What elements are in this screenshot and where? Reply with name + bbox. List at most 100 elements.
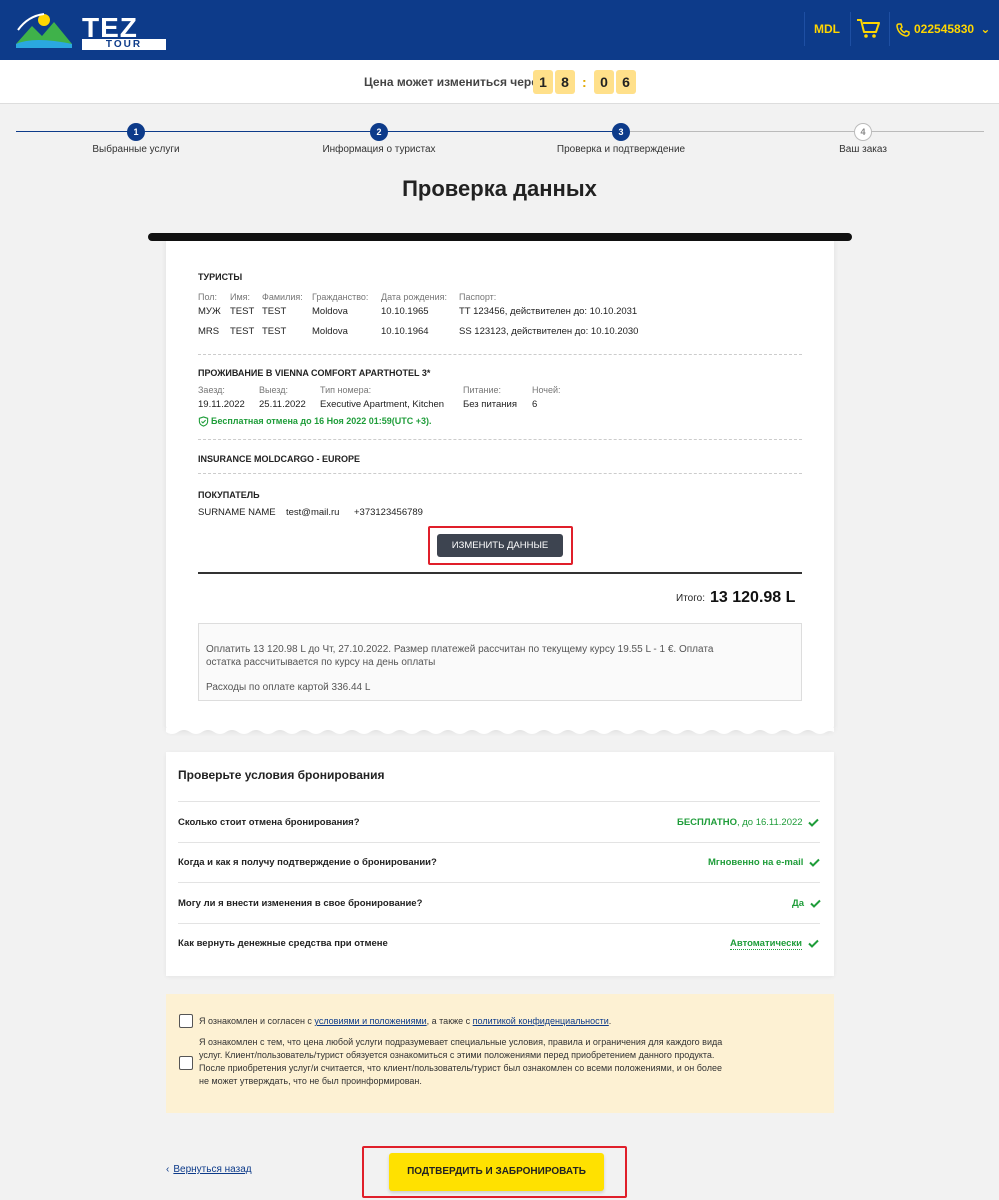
col-meal: Питание: bbox=[463, 385, 502, 395]
answer-main: Мгновенно на e-mail bbox=[708, 857, 804, 868]
timer-digit: 1 bbox=[533, 70, 553, 94]
row-divider bbox=[178, 842, 820, 843]
step-4-circle: 4 bbox=[854, 123, 872, 141]
accommodation-heading: ПРОЖИВАНИЕ В VIENNA COMFORT APARTHOTEL 3… bbox=[198, 368, 431, 378]
privacy-policy-link[interactable]: политикой конфиденциальности bbox=[473, 1016, 609, 1026]
buyer-name: SURNAME NAME bbox=[198, 507, 276, 518]
buyer-heading: ПОКУПАТЕЛЬ bbox=[198, 490, 260, 500]
tourist-gender: MRS bbox=[198, 326, 220, 337]
logo-mountain-icon bbox=[16, 13, 72, 48]
answer-main: БЕСПЛАТНО bbox=[677, 817, 737, 828]
col-passport: Паспорт: bbox=[459, 292, 497, 302]
step-1-circle: 1 bbox=[127, 123, 145, 141]
col-nights: Ночей: bbox=[532, 385, 561, 395]
condition-question: Когда и как я получу подтверждение о бро… bbox=[178, 857, 437, 868]
col-surname: Фамилия: bbox=[262, 292, 303, 302]
timer-digit: 0 bbox=[594, 70, 614, 94]
stepper-line-done bbox=[16, 131, 614, 132]
stepper-line-todo bbox=[614, 131, 984, 132]
timer-separator: : bbox=[582, 74, 587, 90]
answer-main[interactable]: Автоматически bbox=[730, 938, 803, 950]
col-birthdate: Дата рождения: bbox=[381, 292, 447, 302]
price-timer-bar: Цена может измениться через 1 8 : 0 6 bbox=[0, 60, 999, 104]
phone-icon bbox=[896, 23, 910, 37]
tourist-surname: TEST bbox=[262, 306, 287, 317]
free-cancellation-text: Бесплатная отмена до 16 Ноя 2022 01:59(U… bbox=[211, 416, 432, 426]
payment-line: Оплатить 13 120.98 L до Чт, 27.10.2022. … bbox=[206, 644, 714, 655]
total-divider bbox=[198, 572, 802, 574]
step-3-circle: 3 bbox=[612, 123, 630, 141]
card-fee-line: Расходы по оплате картой 336.44 L bbox=[206, 682, 371, 693]
conditions-acknowledge-checkbox[interactable] bbox=[179, 1056, 193, 1070]
tourists-heading: ТУРИСТЫ bbox=[198, 272, 243, 282]
acknowledge-line: Я ознакомлен с тем, что цена любой услуг… bbox=[199, 1037, 723, 1047]
back-link-label: Вернуться назад bbox=[173, 1164, 252, 1175]
tourist-citizenship: Moldova bbox=[312, 306, 348, 317]
chevron-left-icon: ‹ bbox=[166, 1164, 170, 1175]
terms-text-pre: Я ознакомлен и согласен с bbox=[199, 1016, 315, 1026]
buyer-phone: +373123456789 bbox=[354, 507, 423, 518]
col-checkout: Выезд: bbox=[259, 385, 288, 395]
shield-check-icon bbox=[198, 416, 209, 427]
checkmark-icon bbox=[809, 899, 821, 908]
timer-label: Цена может измениться через bbox=[364, 75, 544, 89]
step-4-label: Ваш заказ bbox=[839, 144, 887, 155]
tourist-birthdate: 10.10.1964 bbox=[381, 326, 429, 337]
tez-tour-logo[interactable]: TEZ TOUR bbox=[14, 8, 166, 50]
condition-answer: БЕСПЛАТНО, до 16.11.2022 bbox=[677, 817, 819, 828]
checkmark-icon bbox=[808, 818, 819, 827]
terms-text-post: . bbox=[608, 1016, 612, 1026]
acknowledge-line: не может утверждать, что не был проинфор… bbox=[199, 1076, 422, 1086]
nights-count: 6 bbox=[532, 399, 538, 410]
confirm-and-book-button[interactable]: ПОДТВЕРДИТЬ И ЗАБРОНИРОВАТЬ bbox=[389, 1153, 604, 1191]
condition-answer: Да bbox=[792, 898, 821, 909]
back-link[interactable]: ‹ Вернуться назад bbox=[166, 1164, 252, 1175]
tourist-birthdate: 10.10.1965 bbox=[381, 306, 429, 317]
edit-data-button[interactable]: ИЗМЕНИТЬ ДАННЫЕ bbox=[437, 534, 563, 557]
row-divider bbox=[178, 923, 820, 924]
chevron-down-icon: ⌄ bbox=[980, 22, 991, 36]
top-header: TEZ TOUR MDL 022545830 ⌄ bbox=[0, 0, 999, 60]
answer-main: Да bbox=[792, 898, 805, 909]
phone-dropdown[interactable]: 022545830 ⌄ bbox=[896, 0, 990, 58]
timer-digit: 8 bbox=[555, 70, 575, 94]
room-type: Executive Apartment, Kitchen bbox=[320, 399, 445, 410]
header-divider bbox=[850, 12, 851, 46]
checkout-date: 25.11.2022 bbox=[259, 399, 306, 410]
meal-plan: Без питания bbox=[463, 399, 517, 410]
cart-icon bbox=[857, 19, 880, 38]
header-divider bbox=[804, 12, 805, 46]
col-room-type: Тип номера: bbox=[320, 385, 372, 395]
timer-digit: 6 bbox=[616, 70, 636, 94]
terms-checkbox[interactable] bbox=[179, 1014, 193, 1028]
step-3-label: Проверка и подтверждение bbox=[556, 144, 686, 155]
col-gender: Пол: bbox=[198, 292, 218, 302]
tourist-passport: SS 123123, действителен до: 10.10.2030 bbox=[459, 326, 639, 337]
acknowledge-line: услуг. Клиент/пользователь/турист обязуе… bbox=[199, 1050, 715, 1060]
row-divider bbox=[178, 801, 820, 802]
conditions-acknowledge-text: Я ознакомлен с тем, что цена любой услуг… bbox=[199, 1036, 819, 1088]
terms-link[interactable]: условиями и положениями bbox=[314, 1016, 426, 1026]
currency-selector[interactable]: MDL bbox=[806, 0, 848, 58]
condition-answer: Мгновенно на e-mail bbox=[708, 857, 820, 868]
logo-brand-sub: TOUR bbox=[82, 39, 166, 50]
checkmark-icon bbox=[809, 858, 820, 867]
checkmark-icon bbox=[807, 939, 819, 948]
col-citizenship: Гражданство: bbox=[312, 292, 369, 302]
section-divider bbox=[198, 473, 802, 474]
tourist-passport: TT 123456, действителен до: 10.10.2031 bbox=[459, 306, 638, 317]
receipt-zigzag-edge bbox=[166, 728, 834, 734]
cart-button[interactable] bbox=[855, 17, 885, 41]
total-label: Итого: bbox=[676, 593, 705, 604]
step-2-label: Информация о туристах bbox=[322, 144, 436, 155]
payment-line: остатка рассчитывается по курсу на день … bbox=[206, 657, 436, 668]
col-checkin: Заезд: bbox=[198, 385, 225, 395]
terms-agreement-text: Я ознакомлен и согласен с условиями и по… bbox=[199, 1015, 611, 1028]
step-1-label: Выбранные услуги bbox=[92, 144, 180, 155]
condition-answer[interactable]: Автоматически bbox=[730, 938, 819, 950]
phone-number: 022545830 bbox=[914, 22, 975, 36]
tourist-gender: МУЖ bbox=[198, 306, 221, 317]
col-name: Имя: bbox=[230, 292, 251, 302]
section-divider bbox=[198, 354, 802, 355]
receipt-roll bbox=[148, 233, 852, 241]
